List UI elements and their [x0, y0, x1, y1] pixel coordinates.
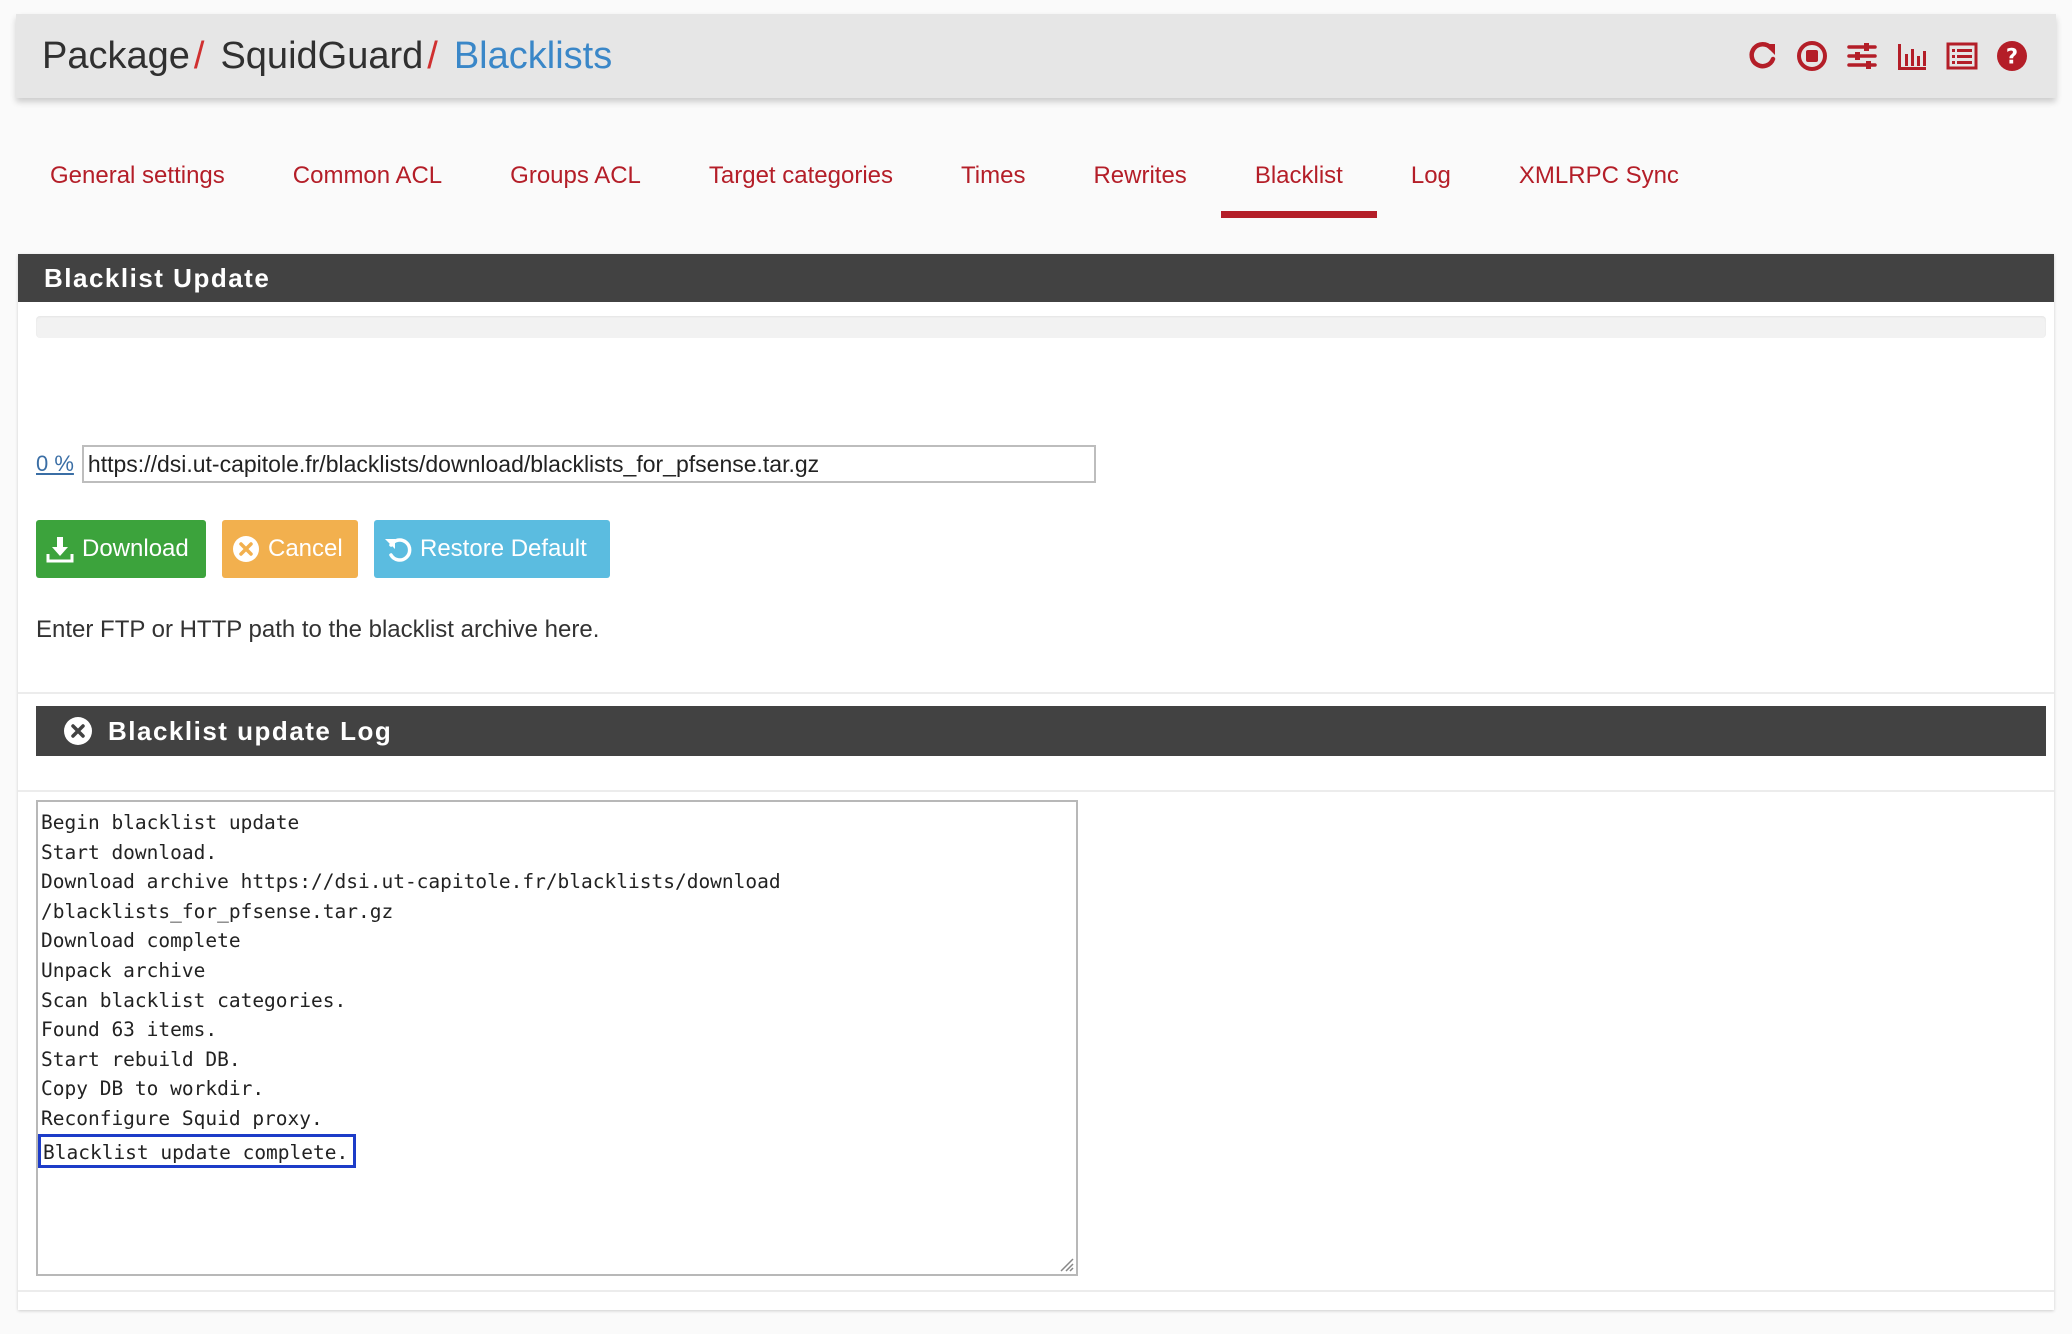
- tab-rewrites[interactable]: Rewrites: [1059, 140, 1220, 218]
- close-circle-icon[interactable]: [62, 715, 94, 747]
- breadcrumb-blacklists[interactable]: Blacklists: [454, 35, 612, 78]
- breadcrumb-separator: /: [427, 34, 438, 77]
- log-line: /blacklists_for_pfsense.tar.gz: [41, 899, 394, 923]
- section-divider: [18, 692, 2054, 694]
- log-line: Start download.: [41, 840, 218, 864]
- tab-times[interactable]: Times: [927, 140, 1059, 218]
- tab-common-acl[interactable]: Common ACL: [259, 140, 476, 218]
- page-header: Package / SquidGuard / Blacklists ?: [16, 14, 2056, 98]
- tab-target-categories[interactable]: Target categories: [675, 140, 927, 218]
- restore-default-button-label: Restore Default: [420, 535, 587, 562]
- section-divider: [18, 790, 2054, 792]
- settings-sliders-icon[interactable]: [1842, 36, 1882, 76]
- cancel-button[interactable]: Cancel: [222, 520, 358, 578]
- log-panel-heading: Blacklist update Log: [36, 706, 2046, 756]
- resize-grip-icon[interactable]: [1056, 1254, 1074, 1272]
- log-line: Copy DB to workdir.: [41, 1077, 265, 1101]
- breadcrumb-squidguard[interactable]: SquidGuard: [220, 35, 423, 78]
- tab-general-settings[interactable]: General settings: [16, 140, 259, 218]
- restore-default-button[interactable]: Restore Default: [374, 520, 610, 578]
- log-line: Start rebuild DB.: [41, 1047, 241, 1071]
- tab-bar: General settings Common ACL Groups ACL T…: [16, 140, 1713, 218]
- action-buttons: Download Cancel Restore Default: [36, 520, 610, 578]
- blacklist-update-panel: Blacklist Update 0 % https://dsi.ut-capi…: [18, 254, 2054, 1310]
- panel-title: Blacklist Update: [18, 254, 2054, 302]
- help-icon[interactable]: ?: [1992, 36, 2032, 76]
- breadcrumb-separator: /: [193, 34, 205, 77]
- log-line: Begin blacklist update: [41, 811, 300, 834]
- url-help-text: Enter FTP or HTTP path to the blacklist …: [36, 616, 600, 643]
- breadcrumb-package[interactable]: Package: [42, 35, 190, 78]
- log-line: Found 63 items.: [41, 1018, 218, 1042]
- blacklist-url-input[interactable]: https://dsi.ut-capitole.fr/blacklists/do…: [81, 445, 1096, 483]
- tab-groups-acl[interactable]: Groups ACL: [476, 140, 675, 218]
- log-line: Download archive https://dsi.ut-capitole…: [41, 870, 781, 894]
- update-log-textarea[interactable]: Begin blacklist update Start download. D…: [36, 800, 1078, 1276]
- download-button-label: Download: [82, 535, 189, 562]
- log-line: Unpack archive: [41, 958, 206, 982]
- url-row: 0 % https://dsi.ut-capitole.fr/blacklist…: [36, 445, 1096, 483]
- breadcrumb: Package / SquidGuard / Blacklists: [42, 35, 612, 78]
- log-line: Download complete: [41, 929, 241, 953]
- tab-xmlrpc-sync[interactable]: XMLRPC Sync: [1485, 140, 1713, 218]
- progress-percent[interactable]: 0 %: [36, 451, 74, 477]
- section-divider: [18, 1290, 2054, 1292]
- header-icon-bar: ?: [1742, 14, 2032, 98]
- reload-icon[interactable]: [1742, 36, 1782, 76]
- log-panel-title: Blacklist update Log: [108, 715, 393, 746]
- chart-icon[interactable]: [1892, 36, 1932, 76]
- undo-icon: [385, 538, 412, 562]
- tab-log[interactable]: Log: [1377, 140, 1485, 218]
- log-line: Scan blacklist categories.: [41, 988, 347, 1012]
- tab-blacklist[interactable]: Blacklist: [1220, 140, 1377, 218]
- stop-icon[interactable]: [1792, 36, 1832, 76]
- log-line-highlighted: Blacklist update complete.: [38, 1133, 357, 1168]
- download-button[interactable]: Download: [36, 520, 206, 578]
- log-line: Reconfigure Squid proxy.: [41, 1106, 323, 1130]
- download-icon: [46, 537, 74, 563]
- download-progress-bar: [36, 316, 2046, 338]
- log-list-icon[interactable]: [1942, 36, 1982, 76]
- cancel-icon: [233, 536, 259, 562]
- svg-text:?: ?: [2006, 45, 2018, 69]
- cancel-button-label: Cancel: [268, 535, 343, 562]
